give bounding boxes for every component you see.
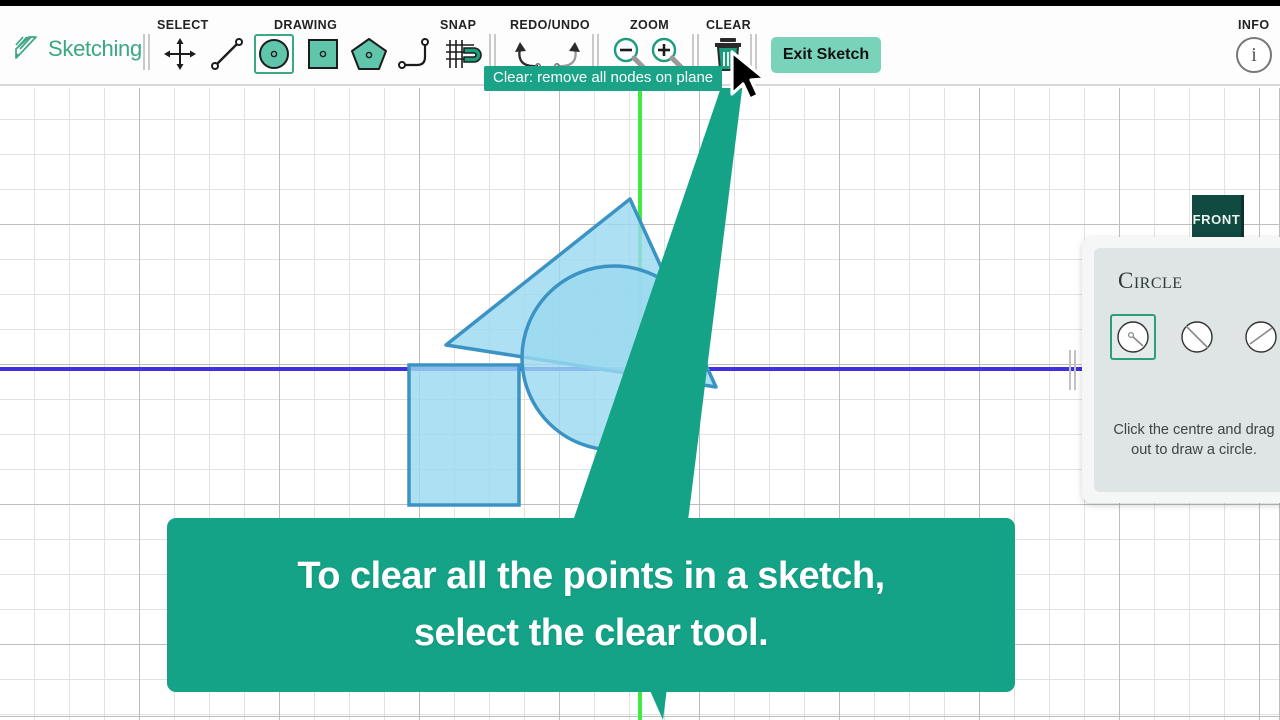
group-label-select: SELECT (157, 18, 209, 32)
circle-centre-radius-icon (1117, 321, 1149, 353)
instruction-banner: To clear all the points in a sketch, sel… (167, 518, 1015, 692)
app-logo[interactable]: Sketching (10, 34, 142, 64)
fillet-tool-button[interactable] (396, 34, 436, 74)
group-label-clear: CLEAR (706, 18, 752, 32)
circle-mode-options (1110, 314, 1280, 360)
info-glyph: i (1251, 43, 1257, 66)
line-tool-icon (211, 38, 243, 70)
circle-three-point-icon (1245, 321, 1277, 353)
app-name: Sketching (48, 36, 142, 61)
tool-options-panel-inner: Circle Click the centre and drag out to … (1094, 248, 1280, 492)
pentagon-tool-icon (351, 38, 387, 70)
panel-drag-handle[interactable] (1069, 350, 1078, 390)
info-button[interactable]: i (1236, 37, 1272, 73)
circle-two-point-icon (1181, 321, 1213, 353)
move-crosshair-icon (164, 38, 196, 70)
circle-two-point-option[interactable] (1174, 314, 1220, 360)
pentagon-tool-button[interactable] (349, 34, 389, 74)
exit-sketch-button[interactable]: Exit Sketch (771, 37, 881, 73)
toolbar-divider-2 (489, 34, 498, 70)
fillet-tool-icon (398, 38, 429, 69)
square-tool-button[interactable] (303, 34, 343, 74)
snap-tool-button[interactable] (443, 34, 483, 74)
cursor-arrow-icon (730, 50, 767, 101)
clear-tooltip: Clear: remove all nodes on plane (484, 66, 723, 91)
sketch-rectangle[interactable] (407, 363, 521, 507)
group-label-info: INFO (1238, 18, 1270, 32)
toolbar-divider-3 (592, 34, 601, 70)
circle-three-point-option[interactable] (1238, 314, 1280, 360)
snap-magnet-icon (446, 40, 482, 68)
mouse-cursor (724, 48, 770, 111)
view-cube-label: FRONT (1192, 212, 1241, 227)
group-label-zoom: ZOOM (630, 18, 670, 32)
sketching-app-window: FRONT Circle Click the centre and drag o… (0, 0, 1280, 720)
square-tool-icon (308, 39, 338, 69)
line-tool-button[interactable] (207, 34, 247, 74)
move-tool-button[interactable] (160, 34, 200, 74)
circle-centre-radius-option[interactable] (1110, 314, 1156, 360)
circle-tool-button[interactable] (254, 34, 294, 74)
panel-title: Circle (1118, 268, 1183, 293)
tool-options-panel: Circle Click the centre and drag out to … (1082, 237, 1280, 503)
group-label-drawing: DRAWING (274, 18, 338, 32)
instruction-line-2: select the clear tool. (413, 612, 769, 654)
circle-tool-icon (259, 39, 289, 69)
instruction-line-1: To clear all the points in a sketch, (297, 555, 885, 597)
toolbar-divider-4 (692, 34, 701, 70)
group-label-redoundo: REDO/UNDO (510, 18, 590, 32)
panel-help-text: Click the centre and drag out to draw a … (1113, 422, 1275, 458)
toolbar-divider-1 (143, 34, 152, 70)
group-label-snap: SNAP (440, 18, 477, 32)
pencil-icon (15, 36, 37, 59)
